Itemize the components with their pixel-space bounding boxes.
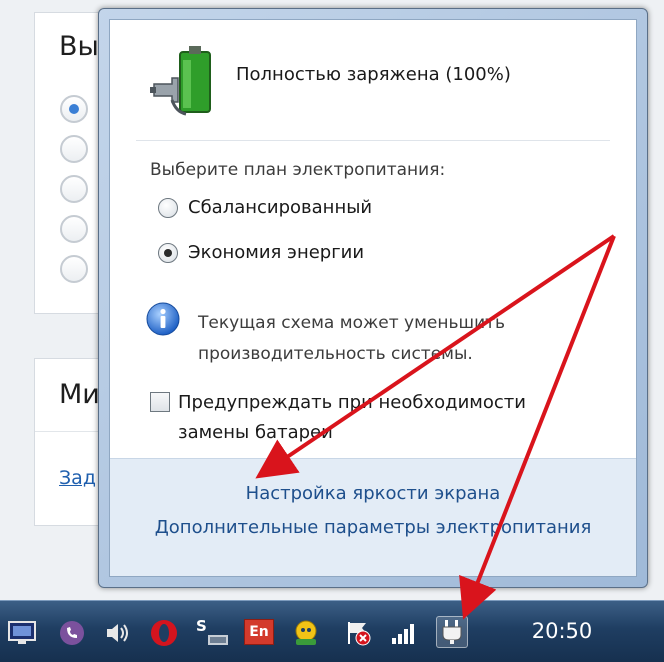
monitor-icon[interactable]	[8, 619, 36, 647]
skype-icon-letter: S	[196, 617, 207, 635]
messenger-icon[interactable]	[292, 619, 320, 647]
volume-icon[interactable]	[104, 619, 132, 647]
plan-option-balanced[interactable]: Сбалансированный	[158, 197, 372, 218]
background-radio[interactable]	[60, 95, 88, 123]
background-radio[interactable]	[60, 255, 88, 283]
background-section-title: Ми	[59, 379, 100, 410]
background-radio[interactable]	[60, 135, 88, 163]
info-message: Текущая схема может уменьшить производит…	[198, 308, 598, 370]
network-signal-icon[interactable]	[390, 619, 418, 647]
brightness-settings-link[interactable]: Настройка яркости экрана	[110, 483, 636, 504]
flyout-footer: Настройка яркости экрана Дополнительные …	[110, 458, 636, 576]
battery-flyout: Полностью заряжена (100%) Выберите план …	[98, 8, 648, 588]
info-message-line: Текущая схема может уменьшить	[198, 313, 506, 333]
opera-icon[interactable]	[150, 619, 178, 647]
viber-icon[interactable]	[58, 619, 86, 647]
plan-option-label: Сбалансированный	[188, 197, 373, 218]
language-icon[interactable]: En	[244, 619, 274, 645]
battery-status: Полностью заряжена (100%)	[236, 64, 511, 85]
background-radio[interactable]	[60, 215, 88, 243]
warn-replace-battery-option[interactable]: Предупреждать при необходимости замены б…	[150, 388, 598, 448]
divider	[136, 140, 610, 141]
advanced-power-settings-link[interactable]: Дополнительные параметры электропитания	[110, 517, 636, 538]
warn-battery-checkbox[interactable]	[150, 392, 170, 412]
plan-option-power-saver[interactable]: Экономия энергии	[158, 242, 364, 263]
plan-option-label: Экономия энергии	[188, 242, 365, 263]
taskbar-clock[interactable]: 20:50	[514, 619, 610, 643]
taskbar: S En 20:50	[0, 600, 664, 662]
plan-heading: Выберите план электропитания:	[150, 160, 446, 180]
info-message-line: производительность системы.	[198, 344, 473, 364]
battery-charging-icon	[150, 46, 211, 116]
background-section-title: Вы	[59, 31, 99, 62]
skype-icon[interactable]: S	[196, 617, 230, 647]
battery-flyout-content: Полностью заряжена (100%) Выберите план …	[109, 19, 637, 577]
info-icon	[146, 302, 180, 336]
radio-button-selected[interactable]	[158, 242, 178, 263]
background-link[interactable]: Зад	[59, 467, 96, 489]
background-radio[interactable]	[60, 175, 88, 203]
radio-button[interactable]	[158, 197, 178, 218]
action-center-flag-icon[interactable]	[344, 619, 372, 647]
power-plug-icon[interactable]	[436, 616, 468, 648]
warn-battery-label: Предупреждать при необходимости замены б…	[178, 392, 526, 443]
